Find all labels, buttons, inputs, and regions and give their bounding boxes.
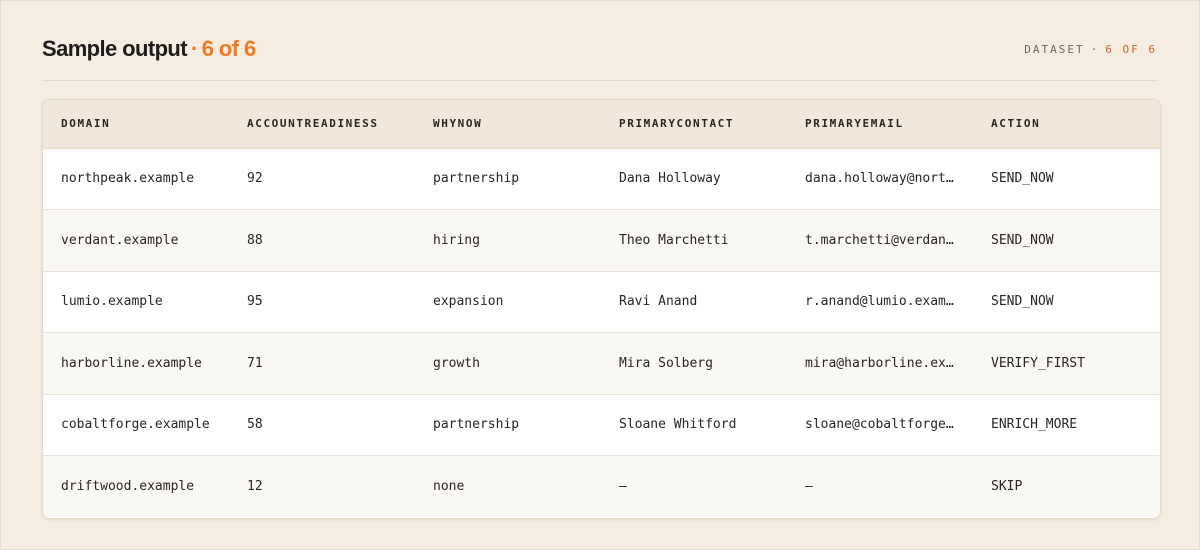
cell-accountreadiness: 58	[229, 393, 415, 456]
table-header-row: DOMAIN ACCOUNTREADINESS WHYNOW PRIMARYCO…	[43, 100, 1160, 149]
cell-accountreadiness: 71	[229, 332, 415, 394]
page-frame: Sample output · 6 of 6 DATASET · 6 OF 6 DOMA…	[0, 0, 1200, 550]
column-header-domain: DOMAIN	[43, 100, 229, 149]
cell-primaryemail: mira@harborline.example	[787, 332, 973, 394]
column-header-primaryemail: PRIMARYEMAIL	[787, 100, 973, 149]
cell-whynow: growth	[415, 332, 601, 394]
column-header-primarycontact: PRIMARYCONTACT	[601, 100, 787, 149]
cell-whynow: partnership	[433, 171, 520, 187]
cell-whynow: expansion	[415, 270, 601, 333]
column-header-accountreadiness: ACCOUNTREADINESS	[229, 100, 415, 149]
cell-primaryemail: —	[787, 455, 973, 517]
cell-action: SEND_NOW	[973, 270, 1160, 333]
cell-primarycontact: Dana Holloway	[619, 171, 721, 187]
cell-whynow: none	[415, 455, 601, 517]
title-text: Sample output	[42, 36, 188, 61]
cell-domain: harborline.example	[43, 332, 229, 394]
column-header-action: ACTION	[973, 100, 1160, 149]
cell-accountreadiness: 88	[229, 209, 415, 271]
page-header: Sample output · 6 of 6 DATASET · 6 OF 6	[42, 34, 1158, 64]
cell-action: SKIP	[973, 455, 1160, 517]
title-count: 6 of 6	[201, 36, 256, 61]
table-row: verdant.example 88 hiring Theo Marchetti…	[43, 209, 1160, 271]
cell-primarycontact: Ravi Anand	[601, 270, 787, 333]
results-table-card: DOMAIN ACCOUNTREADINESS WHYNOW PRIMARYCO…	[42, 99, 1161, 519]
cell-primaryemail: sloane@cobaltforge.example	[787, 393, 973, 456]
table-row: northpeak.example 92 partnership Dana Ho…	[43, 148, 1160, 210]
page-title: Sample output · 6 of 6	[42, 36, 256, 62]
cell-whynow: partnership	[415, 393, 601, 456]
table-row: driftwood.example 12 none — — SKIP	[43, 455, 1160, 517]
badge-count: 6 OF 6	[1105, 42, 1157, 56]
badge-separator: ·	[1090, 42, 1100, 56]
cell-domain: northpeak.example	[61, 171, 195, 187]
cell-primarycontact: Sloane Whitford	[601, 393, 787, 456]
results-table: DOMAIN ACCOUNTREADINESS WHYNOW PRIMARYCO…	[43, 100, 1160, 517]
cell-accountreadiness: 92	[247, 171, 263, 187]
cell-primarycontact: Theo Marchetti	[601, 209, 787, 271]
cell-accountreadiness: 12	[229, 455, 415, 517]
cell-accountreadiness: 95	[229, 270, 415, 333]
header-divider	[42, 80, 1158, 81]
table-row: harborline.example 71 growth Mira Solber…	[43, 332, 1160, 394]
cell-action: SEND_NOW	[991, 171, 1054, 187]
cell-primaryemail: r.anand@lumio.example	[787, 270, 973, 333]
cell-primaryemail: dana.holloway@northpeak.example	[805, 171, 973, 187]
badge-label: DATASET	[1024, 42, 1085, 56]
dataset-badge: DATASET · 6 OF 6	[1024, 43, 1157, 56]
title-separator: ·	[190, 36, 198, 61]
cell-domain: lumio.example	[43, 270, 229, 333]
cell-domain: cobaltforge.example	[43, 393, 229, 456]
table-row: lumio.example 95 expansion Ravi Anand r.…	[43, 270, 1160, 333]
table-row: cobaltforge.example 58 partnership Sloan…	[43, 393, 1160, 456]
cell-domain: verdant.example	[43, 209, 229, 271]
cell-action: SEND_NOW	[973, 209, 1160, 271]
column-header-whynow: WHYNOW	[415, 100, 601, 149]
cell-primarycontact: Mira Solberg	[601, 332, 787, 394]
cell-primarycontact: —	[601, 455, 787, 517]
cell-whynow: hiring	[415, 209, 601, 271]
cell-action: ENRICH_MORE	[973, 393, 1160, 456]
cell-action: VERIFY_FIRST	[973, 332, 1160, 394]
cell-domain: driftwood.example	[43, 455, 229, 517]
cell-primaryemail: t.marchetti@verdant.example	[787, 209, 973, 271]
